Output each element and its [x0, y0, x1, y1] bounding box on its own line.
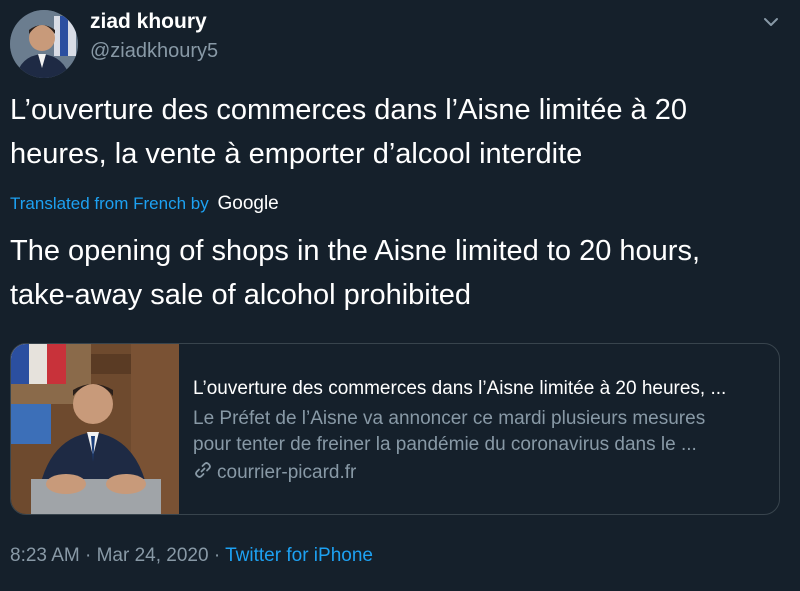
tweet-time[interactable]: 8:23 AM — [10, 545, 80, 566]
card-domain: courrier-picard.fr — [193, 460, 356, 486]
tweet-text: L’ouverture des commerces dans l’Aisne l… — [10, 88, 770, 176]
avatar-photo — [10, 10, 78, 78]
tweet-meta: 8:23 AM · Mar 24, 2020 · Twitter for iPh… — [10, 545, 373, 567]
card-title: L’ouverture des commerces dans l’Aisne l… — [193, 378, 727, 399]
card-description-line: pour tenter de freiner la pandémie du co… — [193, 434, 697, 455]
translated-from-link[interactable]: Translated from French by — [10, 194, 209, 213]
link-icon — [193, 460, 213, 486]
translated-text-line: The opening of shops in the Aisne limite… — [10, 235, 700, 267]
card-domain-label: courrier-picard.fr — [217, 462, 357, 483]
user-handle[interactable]: @ziadkhoury5 — [90, 40, 218, 63]
translated-text-line: take-away sale of alcohol prohibited — [10, 279, 472, 311]
tweet-source-link[interactable]: Twitter for iPhone — [225, 545, 373, 566]
avatar[interactable] — [10, 10, 78, 78]
chevron-down-icon[interactable] — [760, 12, 782, 32]
meta-separator: · — [85, 545, 97, 566]
link-preview-card[interactable]: L’ouverture des commerces dans l’Aisne l… — [10, 343, 780, 515]
tweet-date[interactable]: Mar 24, 2020 — [97, 545, 209, 566]
card-thumbnail — [11, 344, 179, 514]
google-logo: Google — [217, 193, 279, 214]
user-name[interactable]: ziad khoury — [90, 10, 207, 34]
tweet-text-line: L’ouverture des commerces dans l’Aisne l… — [10, 94, 687, 126]
translation-attribution: Translated from French by Google — [10, 193, 279, 215]
tweet-text-line: heures, la vente à emporter d’alcool int… — [10, 138, 583, 170]
meta-separator: · — [213, 545, 226, 566]
card-description: Le Préfet de l’Aisne va annoncer ce mard… — [193, 406, 773, 458]
translated-text: The opening of shops in the Aisne limite… — [10, 229, 780, 317]
card-description-line: Le Préfet de l’Aisne va annoncer ce mard… — [193, 408, 706, 429]
